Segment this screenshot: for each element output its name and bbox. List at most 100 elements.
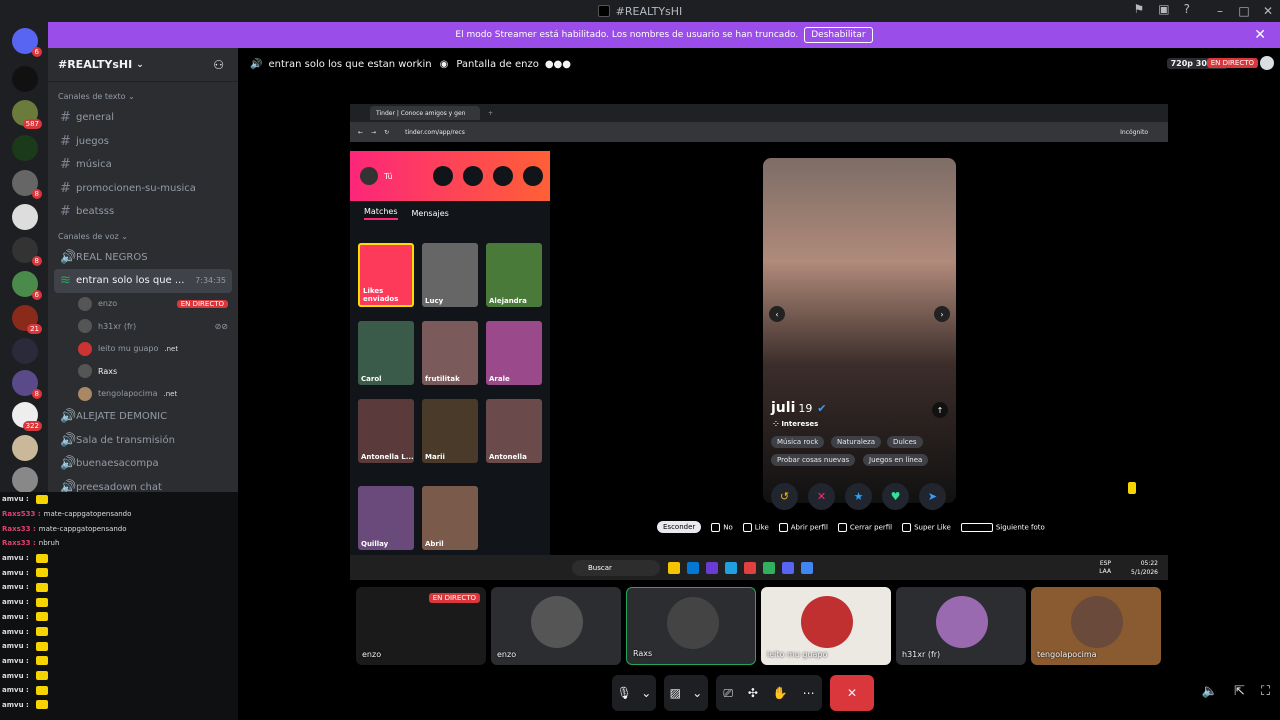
app-icon[interactable] (725, 561, 737, 574)
server-icon[interactable]: 322 (12, 402, 42, 431)
voice-channel-buenaesacompa[interactable]: 🔊 buenaesacompa (48, 452, 238, 476)
shield-icon[interactable] (522, 166, 543, 186)
back-icon[interactable]: ← (358, 129, 363, 136)
participant-tile[interactable]: h31xr (fr) (896, 587, 1026, 665)
app-icon[interactable] (668, 561, 680, 574)
disable-streamer-button[interactable]: Deshabilitar (804, 27, 873, 43)
text-category[interactable]: Canales de texto ⌄ (48, 88, 238, 106)
minimize-button[interactable]: – (1208, 4, 1232, 18)
rewind-button[interactable]: ↺ (771, 483, 798, 510)
match-tile[interactable]: Marii (422, 399, 478, 463)
like-button[interactable]: ♥ (882, 483, 909, 510)
voice-channel-alejate[interactable]: 🔊 ALEJATE DEMONIC (48, 405, 238, 429)
participant-tile[interactable]: EN DIRECTO enzo (356, 587, 486, 665)
url-field[interactable]: tinder.com/app/recs (405, 129, 465, 136)
voice-user[interactable]: enzo EN DIRECTO (48, 293, 238, 316)
server-icon[interactable] (12, 435, 38, 461)
channel-musica[interactable]: # música (48, 153, 238, 177)
app-icon[interactable] (763, 561, 775, 574)
server-icon[interactable]: 8 (12, 237, 42, 266)
volume-icon[interactable]: 🔈 (1202, 684, 1218, 699)
invite-icon[interactable]: ⚇ (213, 58, 224, 72)
server-header[interactable]: #REALTYsHI ⌄ ⚇ (48, 48, 238, 82)
match-tile[interactable]: Lucy (422, 243, 478, 307)
boost-icon[interactable] (432, 166, 453, 186)
match-tile[interactable]: Quillay (358, 486, 414, 550)
voice-category[interactable]: Canales de voz ⌄ (48, 228, 238, 246)
new-tab-icon[interactable]: + (488, 110, 493, 117)
popout-icon[interactable]: ⇱ (1234, 684, 1245, 699)
more-icon[interactable]: ⋯ (803, 686, 815, 700)
info-icon[interactable]: ↑ (932, 402, 948, 418)
likes-sent-tile[interactable]: Likes enviados (358, 243, 414, 307)
voice-user[interactable]: tengolapocima .net (48, 383, 238, 406)
server-icon[interactable] (12, 66, 38, 92)
voice-channel-real-negros[interactable]: 🔊 REAL NEGROS (48, 246, 238, 270)
voice-user[interactable]: Raxs (48, 360, 238, 383)
app-icon[interactable] (782, 561, 794, 574)
voice-channel-sala[interactable]: 🔊 Sala de transmisión (48, 429, 238, 453)
forward-icon[interactable]: → (371, 129, 376, 136)
participant-tile[interactable]: Raxs (626, 587, 756, 665)
help-icon[interactable]: ? (1184, 2, 1190, 16)
chevron-down-icon[interactable]: ⌄ (641, 686, 651, 700)
briefcase-icon[interactable] (492, 166, 513, 186)
reload-icon[interactable]: ↻ (384, 129, 389, 136)
participant-tile[interactable]: tengolapocima (1031, 587, 1161, 665)
profile-label[interactable]: Tú (384, 172, 393, 181)
server-icon[interactable] (12, 338, 38, 364)
voice-channel-active[interactable]: ≋ entran solo los que ... 7:34:35 (54, 269, 232, 293)
match-tile[interactable]: Carol (358, 321, 414, 385)
chrome-icon[interactable] (801, 561, 813, 574)
participant-tile[interactable]: leito mu guapo (761, 587, 891, 665)
channel-promocionen[interactable]: # promocionen-su-musica (48, 177, 238, 201)
match-tile[interactable]: frutilitak (422, 321, 478, 385)
browser-tab[interactable]: Tinder | Conoce amigos y gen (370, 106, 480, 120)
camera-button[interactable]: ▨ ⌄ (664, 675, 708, 711)
app-icon[interactable] (744, 561, 756, 574)
participant-tile[interactable]: enzo (491, 587, 621, 665)
fullscreen-icon[interactable]: ⛶ (1261, 684, 1270, 699)
match-tile[interactable]: Antonella L... (358, 399, 414, 463)
explore-icon[interactable] (462, 166, 483, 186)
clock[interactable]: 05:22 5/1/2026 (1131, 559, 1158, 577)
screen-icon[interactable]: ▣ (1158, 2, 1169, 16)
voice-user[interactable]: leito mu guapo .net (48, 338, 238, 361)
mic-button[interactable]: 🎙 ⌄ (612, 675, 656, 711)
match-tile[interactable]: Arale (486, 321, 542, 385)
server-icon[interactable] (12, 204, 38, 230)
nope-button[interactable]: ✕ (808, 483, 835, 510)
avatar[interactable] (360, 167, 378, 185)
match-tile[interactable]: Antonella (486, 399, 542, 463)
activities-icon[interactable]: ✣ (748, 686, 758, 700)
voice-user[interactable]: h31xr (fr) ⊘⊘ (48, 315, 238, 338)
server-icon[interactable] (12, 467, 38, 493)
server-icon[interactable]: 6 (12, 271, 42, 300)
boost-button[interactable]: ➤ (919, 483, 946, 510)
chat-icon[interactable] (1260, 56, 1274, 70)
tab-messages[interactable]: Mensajes (412, 209, 449, 218)
match-tile[interactable]: Alejandra (486, 243, 542, 307)
app-icon[interactable] (706, 561, 718, 574)
server-icon[interactable]: 587 (12, 100, 42, 129)
close-icon[interactable]: ✕ (1254, 27, 1266, 43)
inbox-icon[interactable]: ⚑ (1134, 2, 1145, 16)
taskbar-search[interactable]: Buscar (572, 559, 660, 576)
screen-share-icon[interactable]: ⎚ (723, 686, 733, 701)
leave-call-button[interactable]: ✕ (830, 675, 874, 711)
superlike-button[interactable]: ★ (845, 483, 872, 510)
channel-general[interactable]: # general (48, 106, 238, 130)
chevron-right-icon[interactable]: › (934, 306, 950, 322)
soundboard-icon[interactable]: ✋ (773, 686, 788, 700)
maximize-button[interactable]: □ (1232, 4, 1256, 18)
close-button[interactable]: ✕ (1256, 4, 1280, 18)
server-icon[interactable]: 8 (12, 170, 42, 199)
channel-beatsss[interactable]: # beatsss (48, 200, 238, 224)
channel-juegos[interactable]: # juegos (48, 130, 238, 154)
chevron-down-icon[interactable]: ⌄ (692, 686, 702, 700)
server-icon[interactable]: 21 (12, 305, 42, 334)
tab-matches[interactable]: Matches (364, 207, 398, 220)
profile-card[interactable]: ‹ › juli 19 ✔ ↑ ⁘ Intereses Música rock N… (763, 158, 956, 510)
match-tile[interactable]: Abril (422, 486, 478, 550)
chevron-left-icon[interactable]: ‹ (769, 306, 785, 322)
